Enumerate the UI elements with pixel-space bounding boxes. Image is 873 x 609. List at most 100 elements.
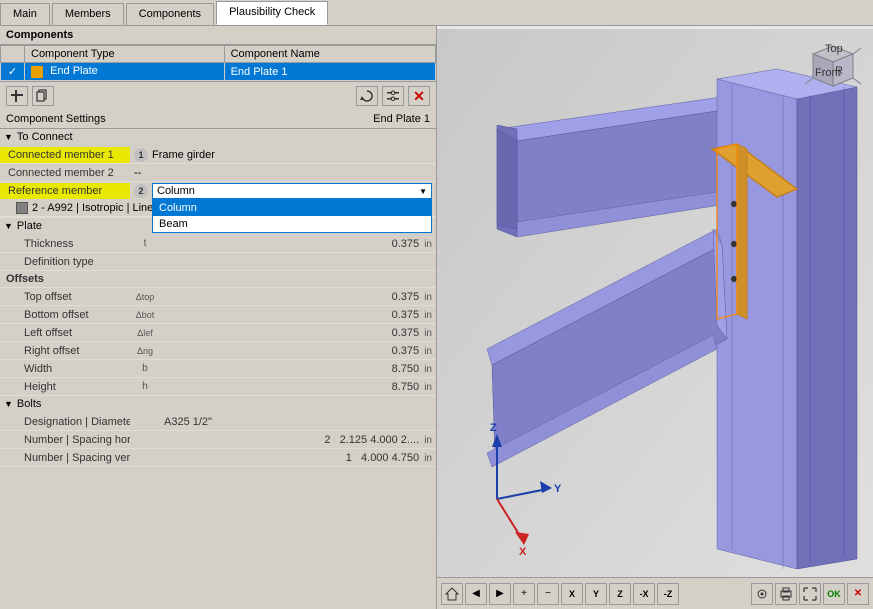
left-offset-value: 0.375 in — [160, 325, 436, 341]
components-section: Components Component Type Component Name… — [0, 26, 436, 110]
plate-label: Plate — [17, 220, 42, 232]
definition-type-row: Definition type — [0, 253, 436, 271]
tab-main[interactable]: Main — [0, 3, 50, 25]
bolts-label: Bolts — [17, 398, 41, 410]
definition-value — [160, 260, 436, 264]
3d-viewport[interactable]: Z Y X — [437, 26, 873, 609]
right-offset-symbol: Δrig — [130, 346, 160, 356]
designation-row: Designation | Diameter A325 1/2" — [0, 413, 436, 431]
vp-btn-x[interactable]: X — [561, 583, 583, 605]
top-offset-row: Top offset Δtop 0.375 in — [0, 288, 436, 306]
vp-btn-prev[interactable]: ◀ — [465, 583, 487, 605]
plate-collapse-icon: ▼ — [4, 221, 13, 231]
connected-member-1-row: Connected member 1 1 Frame girder — [0, 146, 436, 164]
type-col-header: Component Type — [25, 46, 225, 63]
toolbar-btn-add[interactable] — [6, 86, 28, 106]
svg-text:R: R — [835, 65, 843, 77]
vp-btn-neg-z[interactable]: -Z — [657, 583, 679, 605]
vp-btn-y[interactable]: Y — [585, 583, 607, 605]
vp-btn-next[interactable]: ▶ — [489, 583, 511, 605]
settings-panel-title: Component Settings — [6, 113, 106, 125]
top-offset-label: Top offset — [0, 289, 130, 305]
top-offset-symbol: Δtop — [130, 292, 160, 302]
vp-btn-settings[interactable] — [751, 583, 773, 605]
dropdown-popup[interactable]: Column Beam — [152, 199, 432, 233]
tab-members[interactable]: Members — [52, 3, 124, 25]
viewport-toolbar: ◀ ▶ + − X Y Z -X -Z OK ✕ — [437, 577, 873, 609]
vp-btn-z[interactable]: Z — [609, 583, 631, 605]
thickness-label: Thickness — [0, 236, 130, 252]
connected-member-1-value: Frame girder — [152, 149, 215, 161]
svg-text:X: X — [519, 546, 527, 558]
toolbar-btn-copy[interactable] — [32, 86, 54, 106]
toolbar-btn-refresh[interactable] — [356, 86, 378, 106]
svg-text:Y: Y — [554, 483, 562, 495]
reference-member-label: Reference member — [0, 183, 130, 199]
connected-member-2-label: Connected member 2 — [0, 165, 130, 181]
component-type-icon — [31, 66, 43, 78]
dropdown-arrow: ▼ — [419, 187, 427, 196]
thickness-row: Thickness t 0.375 in — [0, 235, 436, 253]
bolts-collapse-icon: ▼ — [4, 399, 13, 409]
bottom-offset-value: 0.375 in — [160, 307, 436, 323]
right-offset-row: Right offset Δrig 0.375 in — [0, 342, 436, 360]
thickness-symbol: t — [130, 238, 160, 249]
components-section-header: Components — [0, 26, 436, 45]
connected-member-1-label: Connected member 1 — [0, 147, 130, 163]
number-horiz-row: Number | Spacing horiz... 2 2.125 4.000 … — [0, 431, 436, 449]
vp-btn-cancel[interactable]: ✕ — [847, 583, 869, 605]
dropdown-option-beam[interactable]: Beam — [153, 216, 431, 232]
number-horiz-label: Number | Spacing horiz... — [0, 432, 130, 448]
to-connect-group: ▼ To Connect Connected member 1 1 Frame … — [0, 129, 436, 218]
toolbar-btn-delete[interactable]: ✕ — [408, 86, 430, 106]
collapse-icon: ▼ — [4, 132, 13, 142]
left-offset-label: Left offset — [0, 325, 130, 341]
settings-panel: Component Settings End Plate 1 ▼ To Conn… — [0, 110, 436, 609]
toolbar-btn-settings[interactable] — [382, 86, 404, 106]
end-plate-label: End Plate 1 — [373, 113, 430, 125]
plate-group: ▼ Plate Thickness t 0.375 in Definition … — [0, 218, 436, 396]
number-horiz-value: 2 2.125 4.000 2.... in — [160, 432, 436, 448]
num-badge-1: 1 — [134, 148, 148, 162]
vp-btn-print[interactable] — [775, 583, 797, 605]
material-swatch — [16, 202, 28, 214]
vp-btn-home[interactable] — [441, 583, 463, 605]
cube-widget[interactable]: Front R Top — [801, 34, 865, 98]
height-row: Height h 8.750 in — [0, 378, 436, 396]
name-col-header: Component Name — [224, 46, 435, 63]
cube-svg: Front R Top — [801, 34, 865, 98]
to-connect-header[interactable]: ▼ To Connect — [0, 129, 436, 146]
row-name: End Plate 1 — [224, 63, 435, 81]
vp-btn-zoom-in[interactable]: + — [513, 583, 535, 605]
table-row[interactable]: ✓ End Plate End Plate 1 — [1, 63, 436, 81]
width-symbol: b — [130, 363, 160, 374]
tab-components[interactable]: Components — [126, 3, 214, 25]
row-checkbox[interactable]: ✓ — [1, 63, 25, 81]
height-value: 8.750 in — [160, 379, 436, 395]
number-vert-value: 1 4.000 4.750 in — [160, 450, 436, 466]
designation-value: A325 1/2" — [160, 414, 436, 430]
vp-btn-neg-x[interactable]: -X — [633, 583, 655, 605]
reference-member-dropdown[interactable]: Column ▼ Column Beam — [152, 183, 432, 199]
vp-btn-ok[interactable]: OK — [823, 583, 845, 605]
number-vert-row: Number | Spacing vertically 1 4.000 4.75… — [0, 449, 436, 467]
top-offset-value: 0.375 in — [160, 289, 436, 305]
settings-panel-header: Component Settings End Plate 1 — [0, 110, 436, 129]
svg-text:Top: Top — [825, 43, 843, 55]
width-row: Width b 8.750 in — [0, 360, 436, 378]
left-offset-row: Left offset Δlef 0.375 in — [0, 324, 436, 342]
offsets-label: Offsets — [0, 271, 436, 288]
width-label: Width — [0, 361, 130, 377]
bolts-header[interactable]: ▼ Bolts — [0, 396, 436, 413]
vp-btn-zoom-out[interactable]: − — [537, 583, 559, 605]
svg-text:Z: Z — [490, 422, 497, 434]
bolts-group: ▼ Bolts Designation | Diameter A325 1/2"… — [0, 396, 436, 467]
components-table: Component Type Component Name ✓ End Plat… — [0, 45, 436, 81]
dropdown-option-column[interactable]: Column — [153, 200, 431, 216]
width-value: 8.750 in — [160, 361, 436, 377]
definition-label: Definition type — [0, 254, 130, 270]
vp-btn-fullscreen[interactable] — [799, 583, 821, 605]
number-vert-label: Number | Spacing vertically — [0, 450, 130, 466]
reference-member-selected: Column — [157, 185, 419, 197]
tab-plausibility-check[interactable]: Plausibility Check — [216, 1, 328, 25]
